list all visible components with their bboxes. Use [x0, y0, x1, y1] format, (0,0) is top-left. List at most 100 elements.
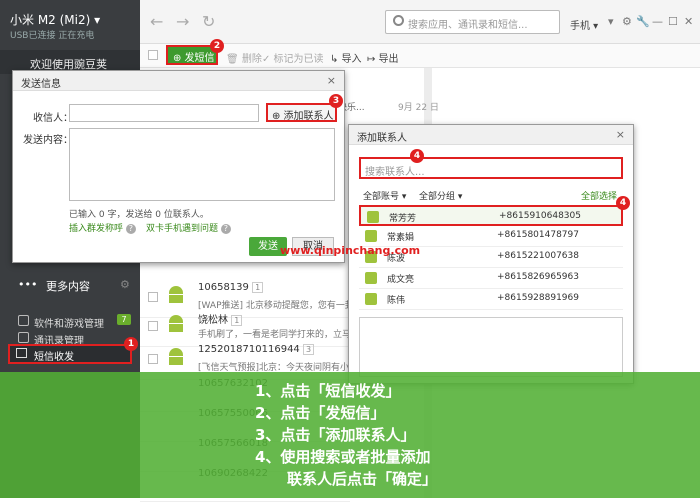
contact-phone: +8615221007638 — [497, 251, 579, 261]
message-count: 1 — [231, 315, 243, 326]
contact-name: 常素娟 — [387, 233, 415, 243]
more-label: 更多内容 — [46, 280, 90, 293]
android-icon — [166, 348, 186, 365]
delete-button[interactable]: 🗑 删除 — [226, 50, 262, 65]
minimize-icon[interactable]: — — [652, 15, 663, 28]
contact-phone: +8615910648305 — [499, 211, 581, 221]
tools-icon[interactable]: 🔧 — [636, 15, 650, 28]
close-icon[interactable]: × — [616, 128, 625, 141]
sender-name: 1252018710116944 — [198, 344, 300, 355]
dialog-title: 添加联系人 — [357, 133, 407, 144]
dialog-title: 发送信息 — [21, 79, 61, 90]
content-textarea[interactable] — [69, 128, 335, 201]
select-all-checkbox[interactable] — [148, 50, 158, 60]
account-filter[interactable]: 全部账号 ▾ — [363, 189, 406, 202]
contact-name: 成文亮 — [387, 275, 415, 285]
dialog-header: 添加联系人 × — [349, 125, 633, 145]
menu-icon[interactable]: ▾ — [608, 15, 614, 28]
message-date: 9月 22 日 — [398, 103, 439, 113]
sidebar-item-label: 软件和游戏管理 — [34, 319, 104, 330]
link-label: 插入群发称呼 — [69, 224, 124, 234]
help-icon[interactable]: ? — [125, 224, 136, 234]
back-icon[interactable]: ← — [150, 12, 163, 31]
device-status: USB已连接 正在充电 — [10, 31, 95, 41]
android-icon — [365, 272, 377, 284]
add-contact-button[interactable]: ⊕ 添加联系人 — [266, 103, 337, 122]
step-3-text: 3、点击「添加联系人」 — [255, 426, 416, 444]
search-placeholder: 搜索应用、通讯录和短信... — [408, 20, 528, 31]
dialog-header: 发送信息 × — [13, 71, 344, 91]
contact-phone: +8615801478797 — [497, 230, 579, 240]
char-counter: 已输入 0 字，发送给 0 位联系人。 — [69, 210, 209, 220]
step-4-text: 4、使用搜索或者批量添加 — [255, 448, 431, 466]
sender-name: 10658139 — [198, 282, 249, 293]
android-icon — [365, 230, 377, 242]
device-title[interactable]: 小米 M2 (Mi2) ▾ — [10, 11, 100, 28]
recipient-label: 收信人： — [33, 113, 73, 124]
insert-salutation-link[interactable]: 插入群发称呼 ? — [69, 221, 136, 234]
add-contact-label: ⊕ 添加联系人 — [272, 111, 334, 122]
search-input[interactable]: 搜索应用、通讯录和短信... — [385, 10, 560, 34]
search-icon — [393, 15, 404, 26]
export-button[interactable]: ↦ 导出 — [367, 50, 399, 65]
android-icon — [365, 293, 377, 305]
step-2-text: 2、点击「发短信」 — [255, 404, 386, 422]
sidebar-item-label: 短信收发 — [34, 352, 74, 363]
content-label: 发送内容： — [23, 135, 73, 146]
contact-phone: +8615928891969 — [497, 293, 579, 303]
sms-icon — [16, 348, 27, 358]
new-sms-label: ⊕ 发短信 — [173, 53, 215, 64]
import-button[interactable]: ↳ 导入 — [330, 50, 362, 65]
search-placeholder: 搜索联系人... — [365, 167, 425, 178]
contacts-icon — [18, 332, 29, 343]
apps-badge: 7 — [117, 314, 131, 325]
android-icon — [166, 315, 186, 332]
instruction-overlay: 1、点击「短信收发」 2、点击「发短信」 3、点击「添加联系人」 4、使用搜索或… — [0, 372, 700, 498]
toolbar — [140, 44, 700, 68]
sidebar-more[interactable]: ••• 更多内容 ⚙ — [0, 274, 140, 296]
contact-row[interactable]: 陈伟 +8615928891969 — [359, 289, 623, 310]
row-checkbox[interactable] — [148, 354, 158, 364]
forward-icon[interactable]: → — [176, 12, 189, 31]
message-count: 3 — [302, 344, 315, 355]
step-marker-1: 1 — [124, 337, 138, 351]
settings-icon[interactable]: ⚙ — [622, 15, 632, 28]
message-preview: 手机刷了，一看是老同学打来的，立马接... — [198, 330, 369, 340]
step-marker-4: 4 — [410, 149, 424, 163]
contact-search-input[interactable]: 搜索联系人... — [359, 157, 623, 179]
row-checkbox[interactable] — [148, 321, 158, 331]
sidebar-item-sms[interactable]: 短信收发 — [8, 344, 132, 364]
group-filter[interactable]: 全部分组 ▾ — [419, 189, 462, 202]
link-label: 双卡手机遇到问题 — [146, 224, 219, 234]
sender-name: 饶松林 — [198, 315, 228, 326]
maximize-icon[interactable]: ☐ — [668, 15, 678, 28]
selected-contacts-box — [359, 317, 623, 377]
gear-icon[interactable]: ⚙ — [120, 278, 130, 291]
message-count: 1 — [252, 282, 264, 293]
phone-menu[interactable]: 手机 ▾ — [570, 17, 598, 32]
step-1-text: 1、点击「短信收发」 — [255, 382, 401, 400]
android-icon — [367, 211, 379, 223]
close-icon[interactable]: ✕ — [684, 15, 693, 28]
contact-name: 陈伟 — [387, 296, 406, 306]
step-marker-2: 2 — [210, 39, 224, 53]
contact-row[interactable]: 常芳芳 +8615910648305 — [359, 205, 623, 226]
mark-read-button[interactable]: ✓ 标记为已读 — [262, 50, 324, 65]
close-icon[interactable]: × — [327, 74, 336, 87]
contact-phone: +8615826965963 — [497, 272, 579, 282]
contact-name: 常芳芳 — [389, 214, 417, 224]
recipient-input[interactable] — [69, 104, 259, 122]
step-marker-3: 3 — [329, 94, 343, 108]
row-checkbox[interactable] — [148, 292, 158, 302]
contact-row[interactable]: 成文亮 +8615826965963 — [359, 268, 623, 289]
apps-icon — [18, 315, 29, 326]
select-all-link[interactable]: 全部选择 — [581, 189, 617, 202]
step-4-continued-text: 联系人后点击「确定」 — [287, 470, 438, 488]
android-icon — [166, 286, 186, 303]
watermark: www.qinpinchang.com — [280, 244, 421, 257]
step-marker-4b: 4 — [616, 196, 630, 210]
refresh-icon[interactable]: ↻ — [202, 12, 215, 31]
help-icon[interactable]: ? — [220, 224, 231, 234]
dual-sim-help-link[interactable]: 双卡手机遇到问题 ? — [146, 221, 231, 234]
send-message-dialog: 发送信息 × 收信人： ⊕ 添加联系人 发送内容： 已输入 0 字，发送给 0 … — [12, 70, 345, 263]
